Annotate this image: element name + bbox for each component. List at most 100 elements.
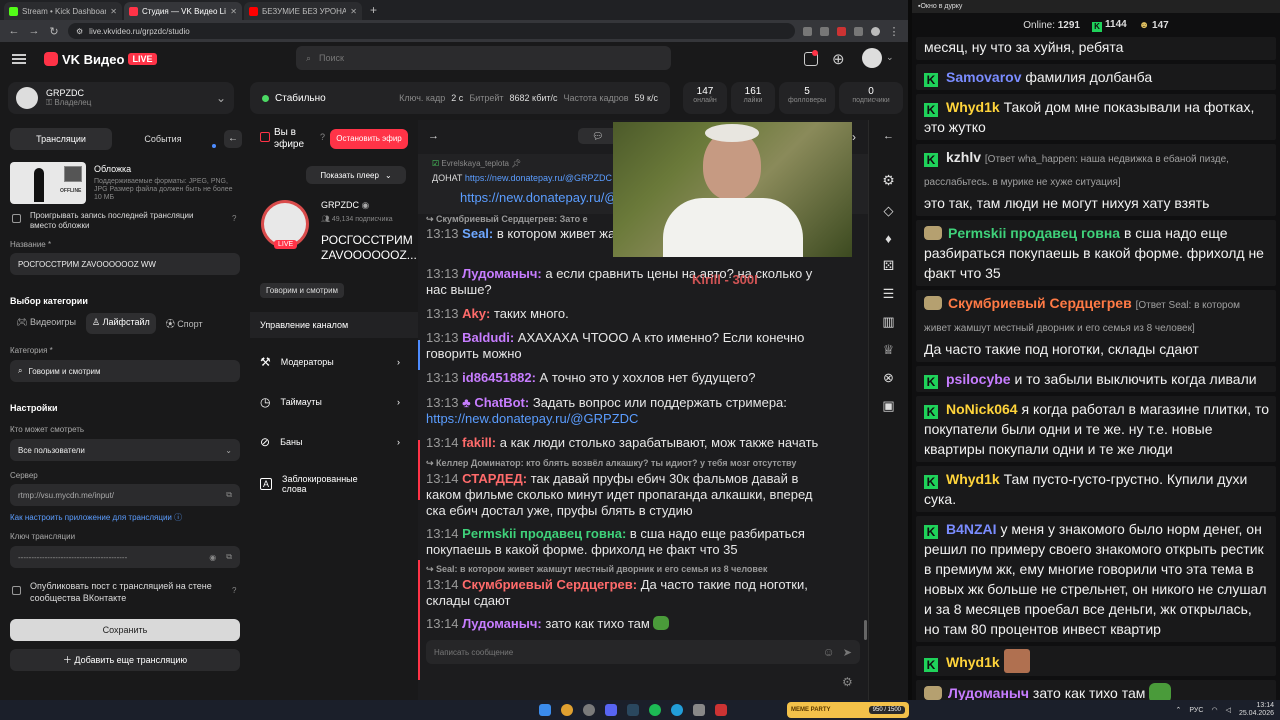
msg-user[interactable]: Лудоманыч: xyxy=(462,266,542,281)
msg-user[interactable]: Whyd1k xyxy=(946,99,1000,115)
msg-user[interactable]: fakill: xyxy=(462,435,496,450)
app-icon[interactable] xyxy=(693,704,705,716)
replay-checkbox[interactable] xyxy=(12,214,21,223)
eye-icon[interactable]: ◉ xyxy=(209,553,216,562)
save-button[interactable]: Сохранить xyxy=(10,619,240,641)
stats-icon[interactable]: ▥ xyxy=(869,314,908,330)
chrome-icon[interactable] xyxy=(561,704,573,716)
emoji-icon[interactable]: ☺ xyxy=(823,645,835,659)
tab-youtube[interactable]: БЕЗУМИЕ БЕЗ УРОНА ЗА 4 ЧАСА✕ xyxy=(244,2,362,20)
url-field[interactable]: ⚙ live.vkvideo.ru/grpzdc/studio xyxy=(68,23,795,39)
msg-user[interactable]: B4NZAI xyxy=(946,521,997,537)
category-tag[interactable]: Говорим и смотрим xyxy=(260,283,345,298)
msg-user[interactable]: psilocybe xyxy=(946,371,1011,387)
add-icon[interactable]: ⊕ xyxy=(832,50,845,68)
stop-stream-button[interactable]: Остановить эфир xyxy=(330,129,408,149)
back-icon[interactable]: ← xyxy=(8,25,20,37)
msg-user[interactable]: ChatBot: xyxy=(474,395,529,410)
publish-post-checkbox[interactable] xyxy=(12,586,21,595)
howto-link[interactable]: Как настроить приложение для трансляции … xyxy=(10,512,182,523)
diamond-icon[interactable]: ◇ xyxy=(869,203,908,219)
add-broadcast-button[interactable]: ＋ Добавить еще трансляцию xyxy=(10,649,240,671)
meme-party-widget[interactable]: MEME PARTY 950 / 1500 xyxy=(787,702,909,718)
msg-user[interactable]: Whyd1k xyxy=(946,471,1000,487)
arrow-right-icon[interactable]: → xyxy=(428,130,439,142)
donate-link[interactable]: https://new.donatepay.ru/@GRPZDC xyxy=(465,173,612,183)
msg-user[interactable]: Seal: xyxy=(462,226,493,241)
msg-user[interactable]: Samovarov xyxy=(946,69,1021,85)
channel-selector[interactable]: GRPZDC ⚿ Владелец ⌄ xyxy=(8,82,234,114)
vk-logo[interactable]: VK Видео LIVE xyxy=(44,52,157,67)
msg-user[interactable]: id86451882: xyxy=(462,370,536,385)
search-input[interactable]: ⌕ Поиск xyxy=(296,46,671,70)
close-icon[interactable]: ✕ xyxy=(110,7,117,16)
reload-icon[interactable]: ↻ xyxy=(48,25,60,38)
msg-user[interactable]: Aky: xyxy=(462,306,490,321)
discord-icon[interactable] xyxy=(605,704,617,716)
trophy-icon[interactable]: ♕ xyxy=(869,342,908,358)
chevron-down-icon[interactable]: ⌄ xyxy=(886,52,894,63)
windows-start-icon[interactable] xyxy=(539,704,551,716)
category-input[interactable]: ⌕ Говорим и смотрим xyxy=(10,360,240,382)
profile-icon[interactable] xyxy=(871,26,880,36)
extension-icon[interactable] xyxy=(837,26,846,36)
chat-input[interactable]: Написать сообщение ☺ ➤ xyxy=(426,640,860,664)
extension-icon[interactable] xyxy=(803,26,812,36)
gamepad-icon[interactable]: ⊗ xyxy=(869,370,908,386)
menu-bans[interactable]: ⊘ Баны › xyxy=(250,422,410,462)
donate-link-2[interactable]: https://new.donatepay.ru/@ xyxy=(460,190,618,205)
telegram-icon[interactable] xyxy=(671,704,683,716)
menu-blocked-words[interactable]: A Заблокированные слова xyxy=(250,462,410,506)
volume-icon[interactable]: ◁ xyxy=(1226,706,1231,714)
help-icon[interactable]: ? xyxy=(320,132,325,142)
back-icon[interactable]: ← xyxy=(869,120,908,142)
msg-link[interactable]: https://new.donatepay.ru/@GRPZDC xyxy=(426,411,638,426)
list-icon[interactable]: ☰ xyxy=(869,286,908,302)
msg-user[interactable]: Permskii продавец говна: xyxy=(462,526,626,541)
server-field[interactable]: rtmp://vsu.mycdn.me/input/ ⧉ xyxy=(10,484,240,506)
chevron-up-icon[interactable]: ⌃ xyxy=(1176,706,1182,714)
obs-icon[interactable] xyxy=(583,704,595,716)
language-indicator[interactable]: РУС xyxy=(1189,707,1203,714)
show-player-button[interactable]: Показать плеер ⌄ xyxy=(306,166,406,184)
msg-user[interactable]: Permskii продавец говна xyxy=(948,225,1120,241)
new-tab-button[interactable]: + xyxy=(364,3,383,20)
msg-user[interactable]: Лудоманыч: xyxy=(462,616,542,631)
site-info-icon[interactable]: ⚙ xyxy=(76,27,83,36)
close-icon[interactable]: ✕ xyxy=(350,7,357,16)
msg-user[interactable]: NoNick064 xyxy=(946,401,1018,417)
app-icon[interactable] xyxy=(715,704,727,716)
tab-kick[interactable]: Stream • Kick Dashboard ✕ xyxy=(4,2,122,20)
msg-user[interactable]: Скумбриевый Сердцегрев: xyxy=(462,577,637,592)
msg-user[interactable]: СТАРДЕД: xyxy=(462,471,527,486)
menu-icon[interactable] xyxy=(12,54,26,64)
msg-user[interactable]: Whyd1k xyxy=(946,654,1000,670)
clock[interactable]: 13:14 25.04.2026 xyxy=(1239,702,1274,718)
avatar[interactable] xyxy=(862,48,882,68)
close-panel-icon[interactable]: › xyxy=(852,130,856,144)
help-icon[interactable]: ? xyxy=(232,586,236,595)
msg-user[interactable]: kzhlv xyxy=(946,149,981,165)
stream-name-input[interactable]: РОСГОССТРИМ ZAVOOOOOOZ WW xyxy=(10,253,240,275)
menu-dots-icon[interactable]: ⋮ xyxy=(888,25,900,38)
tab-lifestyle[interactable]: ♙ Лайфстайл xyxy=(86,313,156,334)
close-icon[interactable]: ✕ xyxy=(230,7,237,16)
send-icon[interactable]: ➤ xyxy=(843,646,852,659)
collapse-back-icon[interactable]: ← xyxy=(224,130,242,148)
spotify-icon[interactable] xyxy=(649,704,661,716)
video-icon[interactable]: ▣ xyxy=(869,398,908,414)
stream-key-field[interactable]: ----------------------------------------… xyxy=(10,546,240,568)
forward-icon[interactable]: → xyxy=(28,25,40,37)
msg-user[interactable]: Скумбриевый Сердцегрев xyxy=(948,295,1132,311)
menu-timeouts[interactable]: ◷ Таймауты › xyxy=(250,382,410,422)
help-icon[interactable]: ? xyxy=(232,214,236,223)
menu-moderators[interactable]: ⚒ Модераторы › xyxy=(250,342,410,382)
extension-icon[interactable] xyxy=(854,26,863,36)
cover-image[interactable]: OFFLINE xyxy=(10,162,86,204)
tab-games[interactable]: 🎮︎ Видеоигры xyxy=(10,313,82,334)
tab-broadcasts[interactable]: Трансляции xyxy=(10,128,112,150)
settings-icon[interactable]: ⚙ xyxy=(842,675,853,689)
gear-icon[interactable]: ⚙ xyxy=(869,172,908,189)
tab-sport[interactable]: ⚽︎ Спорт xyxy=(160,313,209,334)
gem-icon[interactable]: ♦ xyxy=(869,231,908,246)
